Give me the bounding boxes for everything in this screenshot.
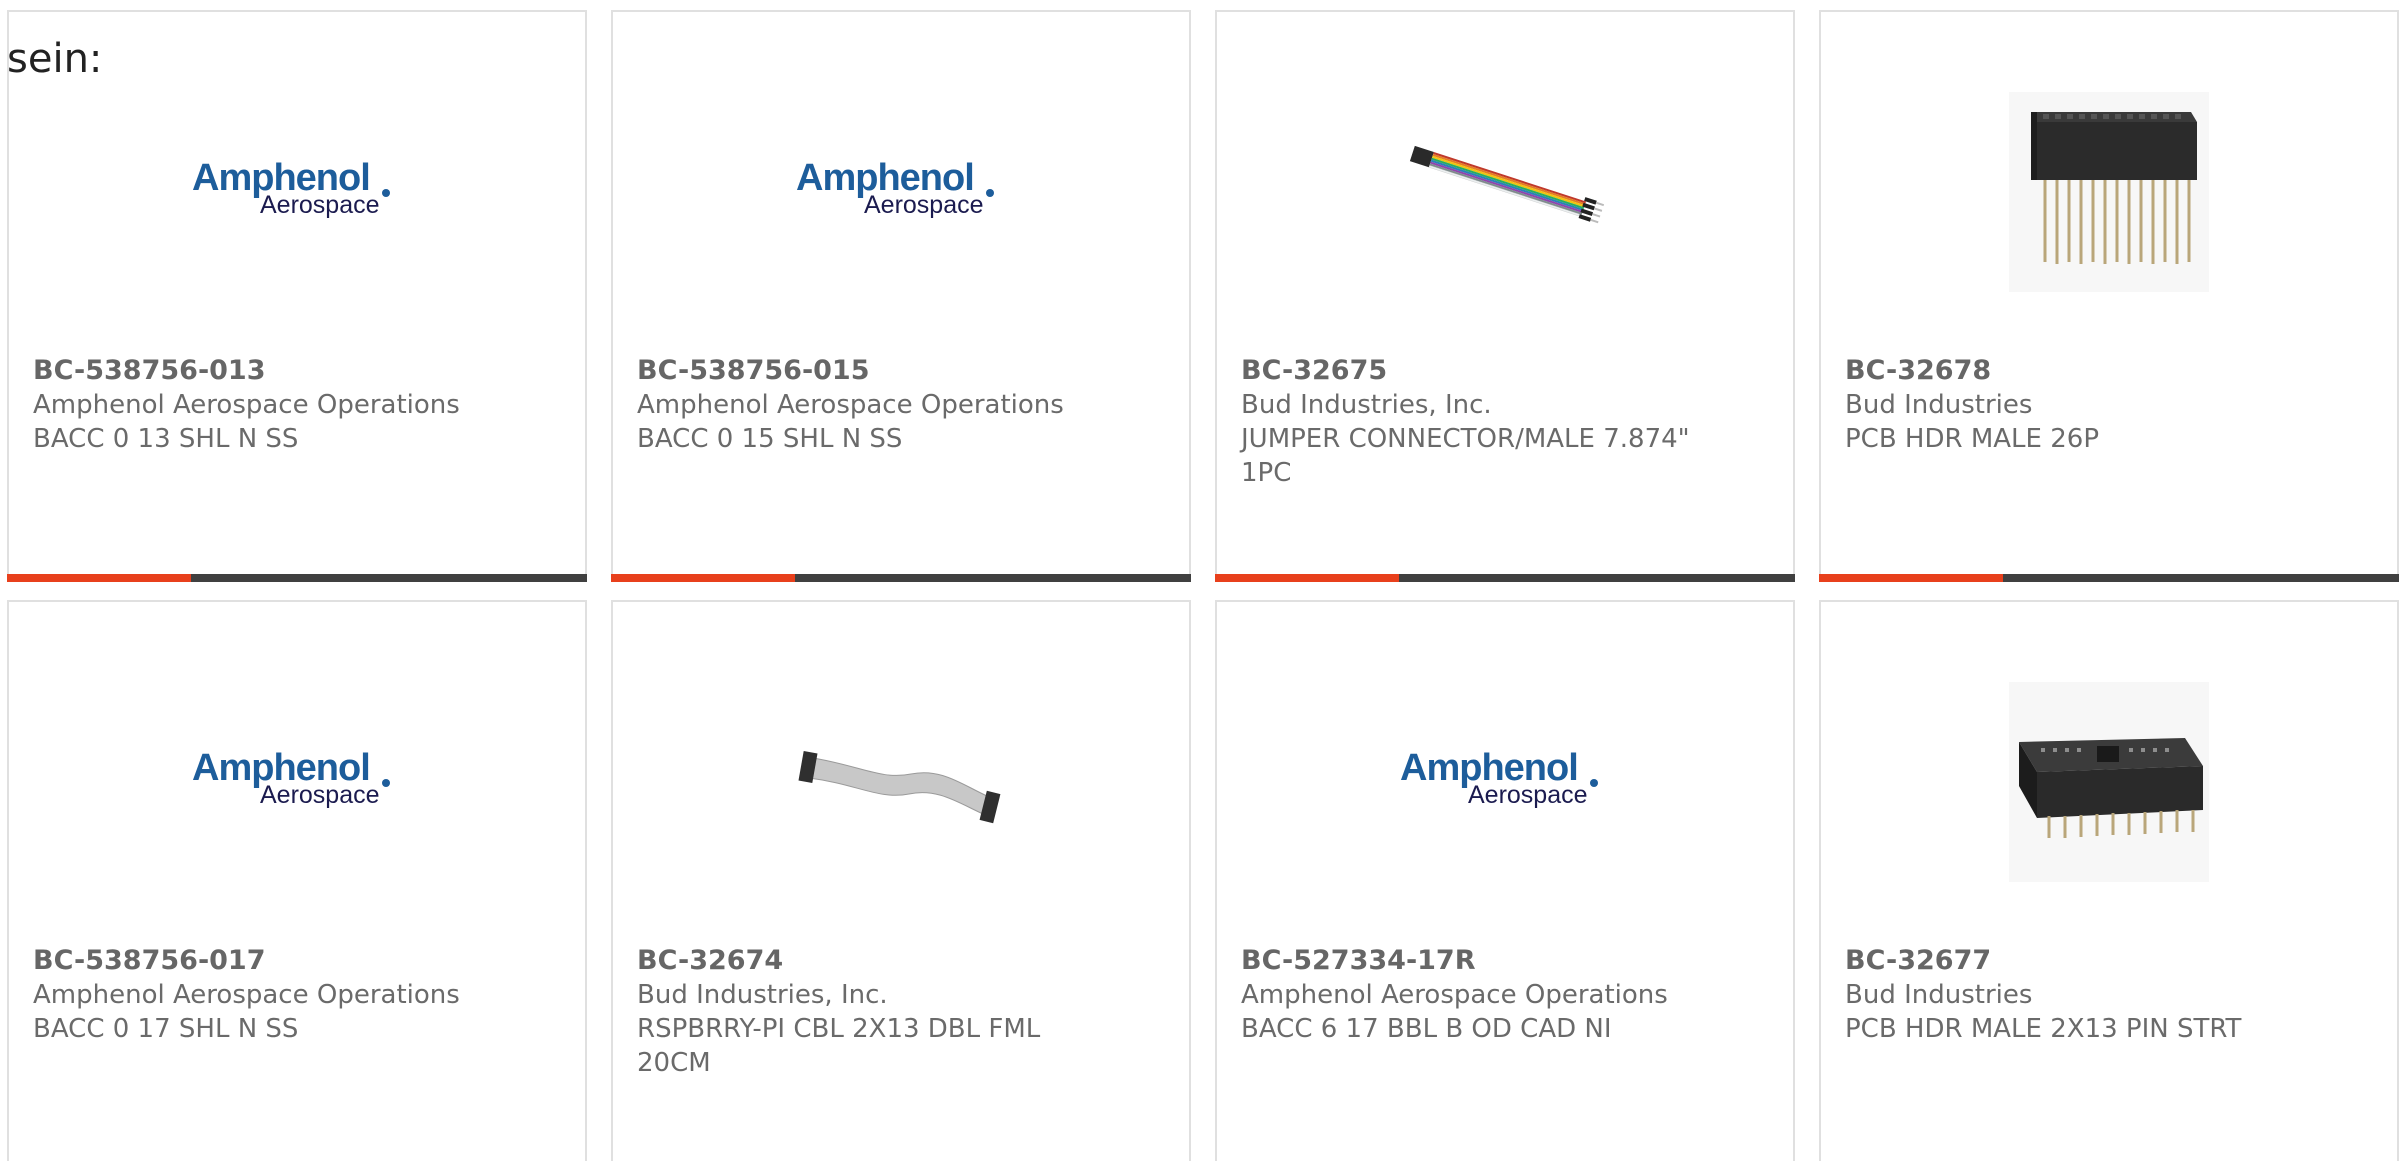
ribbon-cable-image <box>798 751 1001 824</box>
manufacturer: Bud Industries <box>1845 390 2033 420</box>
card-accent-bar <box>1215 574 1795 582</box>
part-number[interactable]: BC-32677 <box>1845 945 1991 976</box>
product-card[interactable]: Amphenol Aerospace BC-527334-17R Ampheno… <box>1215 600 1795 1161</box>
product-image[interactable]: Amphenol Aerospace <box>613 72 1189 312</box>
description: JUMPER CONNECTOR/MALE 7.874" 1PC <box>1241 424 1690 488</box>
description: BACC 0 13 SHL N SS <box>33 424 299 454</box>
product-grid: Amphenol Aerospace BC-538756-013 Ampheno… <box>0 0 2400 1161</box>
product-card[interactable]: BC-32678 Bud Industries PCB HDR MALE 26P <box>1819 10 2399 582</box>
product-card[interactable]: Amphenol Aerospace BC-538756-015 Ampheno… <box>611 10 1191 582</box>
product-info: BC-32674 Bud Industries, Inc. RSPBRRY-PI… <box>637 944 1165 1080</box>
product-image[interactable] <box>1821 662 2397 902</box>
product-card[interactable]: Amphenol Aerospace BC-538756-013 Ampheno… <box>7 10 587 582</box>
manufacturer: Bud Industries, Inc. <box>637 980 888 1010</box>
product-image[interactable]: Amphenol Aerospace <box>1217 662 1793 902</box>
product-info: BC-538756-017 Amphenol Aerospace Operati… <box>33 944 561 1046</box>
manufacturer: Bud Industries, Inc. <box>1241 390 1492 420</box>
part-number[interactable]: BC-32674 <box>637 945 783 976</box>
part-number[interactable]: BC-32675 <box>1241 355 1387 386</box>
product-image[interactable] <box>613 662 1189 902</box>
product-info: BC-32675 Bud Industries, Inc. JUMPER CON… <box>1241 354 1769 490</box>
amphenol-logo: Amphenol Aerospace <box>1400 747 1610 817</box>
product-info: BC-538756-013 Amphenol Aerospace Operati… <box>33 354 561 456</box>
description: BACC 0 15 SHL N SS <box>637 424 903 454</box>
card-accent-bar <box>1819 574 2399 582</box>
product-info: BC-32678 Bud Industries PCB HDR MALE 26P <box>1845 354 2373 456</box>
description: BACC 6 17 BBL B OD CAD NI <box>1241 1014 1612 1044</box>
part-number[interactable]: BC-527334-17R <box>1241 945 1476 976</box>
amphenol-logo: Amphenol Aerospace <box>796 157 1006 227</box>
page: sein: Amphenol Aerospace BC-538756-013 A… <box>0 0 2400 1161</box>
manufacturer: Bud Industries <box>1845 980 2033 1010</box>
description: BACC 0 17 SHL N SS <box>33 1014 299 1044</box>
product-card[interactable]: BC-32675 Bud Industries, Inc. JUMPER CON… <box>1215 10 1795 582</box>
manufacturer: Amphenol Aerospace Operations <box>637 390 1064 420</box>
card-accent-bar <box>611 574 1191 582</box>
description: RSPBRRY-PI CBL 2X13 DBL FML 20CM <box>637 1014 1041 1078</box>
product-card[interactable]: BC-32674 Bud Industries, Inc. RSPBRRY-PI… <box>611 600 1191 1161</box>
manufacturer: Amphenol Aerospace Operations <box>33 390 460 420</box>
card-accent-bar <box>7 574 587 582</box>
manufacturer: Amphenol Aerospace Operations <box>33 980 460 1010</box>
product-card[interactable]: BC-32677 Bud Industries PCB HDR MALE 2X1… <box>1819 600 2399 1161</box>
amphenol-logo: Amphenol Aerospace <box>192 747 402 817</box>
product-info: BC-527334-17R Amphenol Aerospace Operati… <box>1241 944 1769 1046</box>
product-image[interactable]: Amphenol Aerospace <box>9 72 585 312</box>
product-info: BC-538756-015 Amphenol Aerospace Operati… <box>637 354 1165 456</box>
part-number[interactable]: BC-538756-015 <box>637 355 870 386</box>
product-image[interactable]: Amphenol Aerospace <box>9 662 585 902</box>
amphenol-logo: Amphenol Aerospace <box>192 157 402 227</box>
description: PCB HDR MALE 26P <box>1845 424 2099 454</box>
part-number[interactable]: BC-538756-013 <box>33 355 266 386</box>
product-image[interactable] <box>1217 72 1793 312</box>
description: PCB HDR MALE 2X13 PIN STRT <box>1845 1014 2242 1044</box>
stacking-header-image <box>2009 92 2209 292</box>
manufacturer: Amphenol Aerospace Operations <box>1241 980 1668 1010</box>
rainbow-jumper-cable-image <box>1409 145 1605 224</box>
product-info: BC-32677 Bud Industries PCB HDR MALE 2X1… <box>1845 944 2373 1046</box>
part-number[interactable]: BC-538756-017 <box>33 945 266 976</box>
part-number[interactable]: BC-32678 <box>1845 355 1991 386</box>
product-image[interactable] <box>1821 72 2397 312</box>
product-card[interactable]: Amphenol Aerospace BC-538756-017 Ampheno… <box>7 600 587 1161</box>
intro-text: sein: <box>7 36 103 82</box>
box-header-image <box>2009 682 2209 882</box>
